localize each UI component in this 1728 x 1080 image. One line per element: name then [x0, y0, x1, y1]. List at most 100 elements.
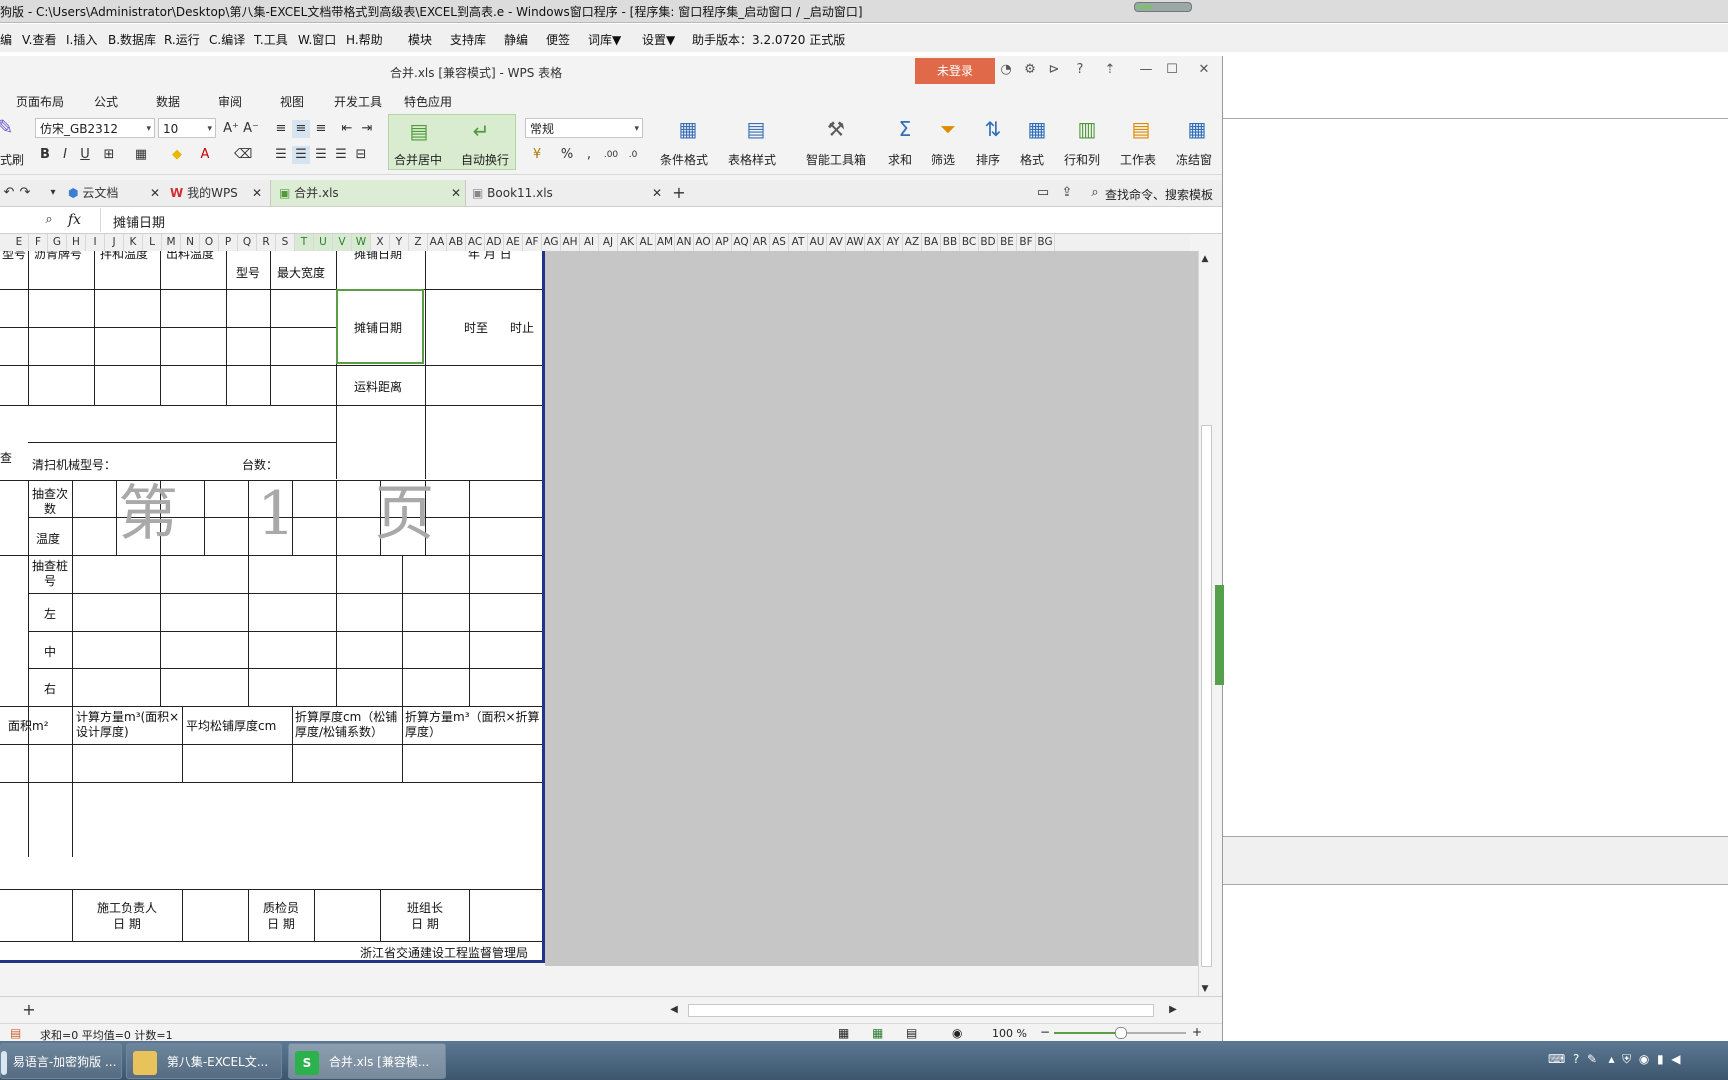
border-icon[interactable]: ⊞ — [100, 146, 118, 164]
column-headers[interactable]: E F G H I J K L M N O P Q R S T U V W X Y Z AA AB AC AD AE AF AG AH AI… — [0, 234, 1190, 252]
currency-icon[interactable]: ¥ — [528, 146, 546, 164]
font-color-icon[interactable]: A — [196, 146, 214, 164]
column-header[interactable]: G — [48, 234, 67, 251]
table-style-label[interactable]: 表格样式 — [728, 151, 776, 168]
quick-access-dropdown-icon[interactable]: ▾ — [44, 184, 62, 202]
filter-label[interactable]: 筛选 — [931, 151, 955, 168]
zoom-slider-thumb[interactable] — [1115, 1027, 1127, 1039]
normal-view-icon[interactable]: ▦ — [838, 1026, 849, 1040]
scroll-up-icon[interactable]: ▲ — [1196, 250, 1214, 268]
tab-book11[interactable]: ▣ Book11.xls ✕ — [470, 180, 666, 206]
align-top-icon[interactable]: ≡ — [272, 120, 290, 138]
align-bottom-icon[interactable]: ≡ — [312, 120, 330, 138]
fill-color-icon[interactable]: ◆ — [168, 146, 186, 164]
sort-icon[interactable]: ⇅ — [980, 116, 1006, 142]
volume-icon[interactable]: ◀ — [1671, 1052, 1680, 1066]
column-header[interactable]: V — [333, 234, 352, 251]
worksheet-icon[interactable]: ▤ — [1128, 116, 1154, 142]
security-shield-icon[interactable]: ⛨ — [1622, 1052, 1631, 1066]
font-grow-icon[interactable]: A⁺ — [222, 120, 240, 138]
column-header[interactable]: BE — [998, 234, 1017, 251]
tab-cloud-docs[interactable]: ⬢ 云文档 ✕ — [68, 180, 164, 206]
column-header[interactable]: AC — [466, 234, 485, 251]
underline-icon[interactable]: U — [76, 146, 94, 164]
sample-count-label[interactable]: 抽查次数 — [32, 487, 68, 517]
ide-menu-help[interactable]: H.帮助 — [346, 31, 383, 48]
column-header[interactable]: R — [257, 234, 276, 251]
number-format-select[interactable]: 常规 — [525, 118, 643, 139]
distribute-icon[interactable]: ⊟ — [352, 146, 370, 164]
header-model-2[interactable]: 型号 — [236, 264, 260, 281]
maximize-icon[interactable]: ☐ — [1164, 62, 1180, 78]
formula-input[interactable]: 摊铺日期 — [100, 208, 1211, 232]
column-header[interactable]: AP — [713, 234, 732, 251]
taskbar-item-wps[interactable]: S 合并.xls [兼容模... — [288, 1043, 446, 1079]
skin-icon[interactable]: ◔ — [998, 62, 1014, 78]
decimal-increase-icon[interactable]: .00 — [602, 146, 620, 164]
horizontal-scroll-thumb[interactable] — [688, 1004, 1154, 1017]
header-mix-temp[interactable]: 拌和温度 — [100, 251, 148, 262]
column-header[interactable]: AD — [485, 234, 504, 251]
feedback-icon[interactable]: ⊳ — [1046, 62, 1062, 78]
format-brush-icon[interactable]: ✎ — [0, 114, 18, 140]
align-center-icon[interactable]: ☰ — [292, 146, 310, 164]
column-header[interactable]: AI — [580, 234, 599, 251]
ide-menu-compile[interactable]: C.编译 — [209, 31, 245, 48]
scroll-left-icon[interactable]: ◀ — [665, 1001, 683, 1019]
conditional-format-icon[interactable]: ▦ — [675, 116, 701, 142]
quality-inspector-label[interactable]: 质检员 — [250, 899, 312, 916]
align-right-icon[interactable]: ☰ — [312, 146, 330, 164]
filter-icon[interactable]: ⏷ — [935, 116, 961, 142]
page-layout-view-icon[interactable]: ▤ — [906, 1026, 917, 1040]
column-header[interactable]: AS — [770, 234, 789, 251]
column-header[interactable]: N — [181, 234, 200, 251]
column-header[interactable]: AW — [846, 234, 865, 251]
quality-inspector-date[interactable]: 日 期 — [250, 915, 312, 932]
column-header[interactable]: AU — [808, 234, 827, 251]
ide-menu-notes[interactable]: 便签 — [546, 31, 570, 48]
sheet-nonprint-area[interactable] — [545, 251, 1198, 966]
column-header[interactable]: AJ — [599, 234, 618, 251]
converted-thickness-header[interactable]: 折算厚度cm（松铺厚度/松铺系数） — [295, 710, 401, 740]
fx-label[interactable]: fx — [68, 212, 81, 228]
column-header[interactable]: K — [124, 234, 143, 251]
tab-formula[interactable]: 公式 — [94, 93, 118, 110]
ide-menu-static[interactable]: 静编 — [504, 31, 528, 48]
ide-menu-window[interactable]: W.窗口 — [298, 31, 336, 48]
table-style-icon[interactable]: ▤ — [743, 116, 769, 142]
column-header[interactable]: AZ — [903, 234, 922, 251]
column-header[interactable]: Z — [409, 234, 428, 251]
temperature-label[interactable]: 温度 — [36, 530, 60, 547]
column-header[interactable]: BC — [960, 234, 979, 251]
toolbox-label[interactable]: 智能工具箱 — [806, 151, 866, 168]
reading-mode-icon[interactable]: ◉ — [952, 1026, 962, 1040]
tab-close-icon[interactable]: ✕ — [252, 180, 262, 206]
column-header[interactable]: AQ — [732, 234, 751, 251]
ide-menu-settings[interactable]: 设置▼ — [642, 31, 675, 48]
sum-label[interactable]: 求和 — [888, 151, 912, 168]
cell-style-icon[interactable]: ▦ — [132, 146, 150, 164]
row-col-label[interactable]: 行和列 — [1064, 151, 1100, 168]
share-icon[interactable]: ⇪ — [1058, 184, 1076, 202]
redo-icon[interactable]: ↷ — [16, 184, 34, 202]
pen-icon[interactable]: ✎ — [1587, 1052, 1597, 1066]
search-commands-label[interactable]: 查找命令、搜索模板 — [1105, 186, 1213, 203]
close-icon[interactable]: ✕ — [1196, 62, 1212, 78]
header-year-month-day[interactable]: 年 月 日 — [468, 251, 512, 262]
column-header[interactable]: AH — [561, 234, 580, 251]
page-break-view-icon[interactable]: ▦ — [872, 1026, 883, 1040]
tab-close-icon[interactable]: ✕ — [451, 180, 461, 206]
time-to-label[interactable]: 时止 — [510, 319, 534, 336]
tab-special-apps[interactable]: 特色应用 — [404, 93, 452, 110]
column-header[interactable]: S — [276, 234, 295, 251]
column-header[interactable]: BD — [979, 234, 998, 251]
column-header[interactable]: AO — [694, 234, 713, 251]
header-paving-date[interactable]: 摊铺日期 — [354, 251, 402, 262]
time-from-label[interactable]: 时至 — [464, 319, 488, 336]
column-header[interactable]: AN — [675, 234, 694, 251]
column-header[interactable]: I — [86, 234, 105, 251]
haul-distance-label[interactable]: 运料距离 — [354, 378, 402, 395]
tab-developer[interactable]: 开发工具 — [334, 93, 382, 110]
freeze-icon[interactable]: ▦ — [1184, 116, 1210, 142]
ide-menu-insert[interactable]: I.插入 — [66, 31, 97, 48]
